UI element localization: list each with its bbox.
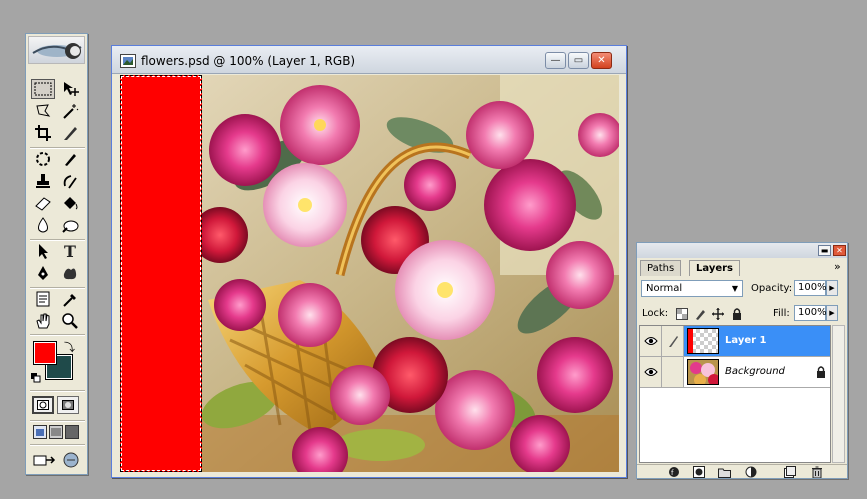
photoshop-logo[interactable] [28,36,85,64]
swap-colors-icon[interactable]: ⤵ [64,339,75,355]
layer-row-layer-1[interactable]: Layer 1 [640,326,830,357]
type-tool-icon[interactable]: T [58,241,82,261]
selection-marquee[interactable] [120,75,202,472]
paint-bucket-tool-icon[interactable] [58,193,82,213]
document-title-bar[interactable]: flowers.psd @ 100% (Layer 1, RGB) — ▭ ✕ [112,46,626,74]
hand-tool-icon[interactable] [31,311,55,331]
minimize-button[interactable]: — [545,52,566,69]
fill-value: 100% [798,307,827,318]
tab-layers-label: Layers [696,263,733,274]
path-selection-tool-icon[interactable] [31,241,55,261]
palette-close-icon[interactable]: ✕ [833,245,846,256]
notes-tool-icon[interactable] [31,289,55,309]
lock-position-icon[interactable] [711,307,724,320]
lock-image-icon[interactable] [693,307,706,320]
opacity-slider-arrow-icon[interactable]: ▶ [826,280,838,296]
psd-document-icon [120,54,136,68]
standard-mode-button[interactable] [32,396,54,414]
move-tool-icon[interactable] [58,79,82,99]
layer-row-background[interactable]: Background [640,357,830,388]
dodge-tool-icon[interactable] [58,215,82,235]
clone-stamp-tool-icon[interactable] [31,171,55,191]
layer-mask-icon[interactable] [692,466,705,478]
lock-label: Lock: [642,308,669,319]
custom-shape-tool-icon[interactable] [58,263,82,283]
lock-icon [816,366,826,381]
close-icon: ✕ [597,55,606,66]
layers-palette-footer: f [637,464,847,478]
magic-wand-tool-icon[interactable] [58,101,82,121]
blend-mode-select[interactable]: Normal ▼ [641,280,743,297]
image-canvas[interactable] [120,75,619,472]
opacity-value: 100% [798,282,827,293]
type-tool-glyph: T [64,241,76,261]
brush-link-icon[interactable] [662,326,684,356]
restore-button[interactable]: ▭ [568,52,589,69]
minimize-icon: — [550,55,561,66]
eye-icon[interactable] [640,326,662,356]
tab-layers[interactable]: Layers [689,260,740,276]
restore-icon: ▭ [573,55,584,66]
delete-layer-icon[interactable] [810,466,823,478]
layers-palette-header[interactable]: ▬ ✕ [637,243,847,258]
palette-menu-icon[interactable]: » [834,260,841,273]
close-button[interactable]: ✕ [591,52,612,69]
crop-tool-icon[interactable] [31,123,55,143]
blend-mode-value: Normal [646,283,683,294]
eye-icon[interactable] [640,357,662,387]
default-colors-icon[interactable] [31,373,41,383]
history-brush-tool-icon[interactable] [58,171,82,191]
new-group-icon[interactable] [718,466,731,478]
standard-screen-mode-icon[interactable] [33,425,47,439]
lock-all-icon[interactable] [730,307,743,320]
zoom-tool-icon[interactable] [58,311,82,331]
tab-paths[interactable]: Paths [640,260,682,276]
opacity-field[interactable]: 100% [794,280,827,296]
healing-brush-tool-icon[interactable] [31,149,55,169]
layer-list: Layer 1 Background [639,325,831,463]
adjustment-layer-icon[interactable] [744,466,757,478]
eraser-tool-icon[interactable] [31,193,55,213]
background-thumbnail [687,359,719,385]
opacity-label: Opacity: [751,283,793,294]
fill-label: Fill: [773,308,790,319]
layer-style-icon[interactable]: f [667,466,680,478]
layer-name: Background [725,366,785,377]
palette-minimize-icon[interactable]: ▬ [818,245,831,256]
layers-palette: ▬ ✕ Paths Layers » Normal ▼ Opacity: 100… [636,242,848,479]
lock-transparency-icon[interactable] [675,307,688,320]
rectangular-marquee-tool-icon[interactable] [31,79,55,99]
jump-to-imageready-icon[interactable] [31,450,59,470]
eyedropper-tool-icon[interactable] [58,289,82,309]
link-box[interactable] [662,357,684,387]
full-screen-mode-icon[interactable] [65,425,79,439]
tab-paths-label: Paths [647,263,675,274]
chevron-down-icon: ▼ [731,284,738,293]
layer-1-thumbnail [687,328,719,354]
slice-tool-icon[interactable] [58,123,82,143]
blur-tool-icon[interactable] [31,215,55,235]
brush-tool-icon[interactable] [58,149,82,169]
imageready-icon[interactable] [59,450,83,470]
document-title: flowers.psd @ 100% (Layer 1, RGB) [141,54,356,68]
fill-field[interactable]: 100% [794,305,827,321]
layer-list-scrollbar[interactable] [832,325,845,463]
fill-slider-arrow-icon[interactable]: ▶ [826,305,838,321]
document-window: flowers.psd @ 100% (Layer 1, RGB) — ▭ ✕ [111,45,627,478]
tools-palette: T ⤵ [25,33,88,475]
lasso-tool-icon[interactable] [31,101,55,121]
layer-name: Layer 1 [725,335,767,346]
foreground-color-swatch[interactable] [33,341,57,365]
quick-mask-mode-button[interactable] [57,396,79,414]
pen-tool-icon[interactable] [31,263,55,283]
full-screen-menu-mode-icon[interactable] [49,425,63,439]
new-layer-icon[interactable] [783,466,796,478]
